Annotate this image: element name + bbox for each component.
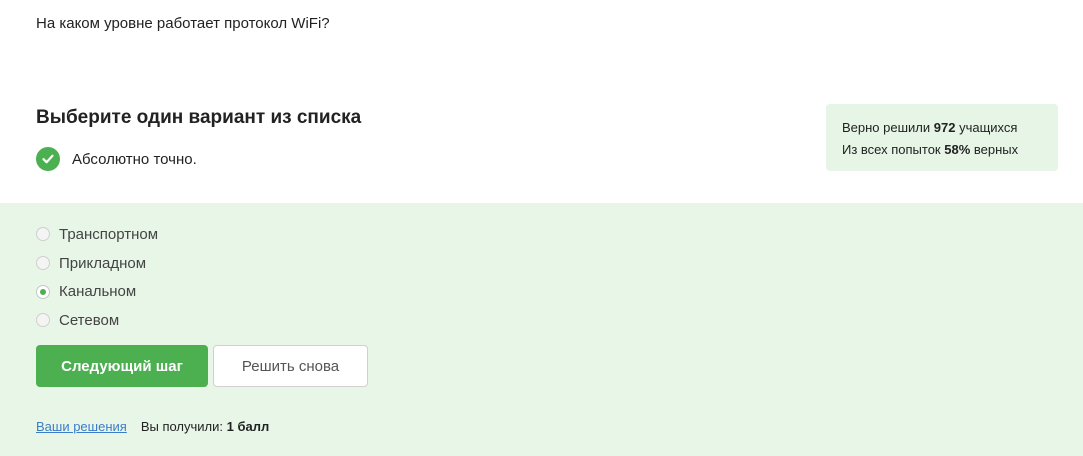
option-label: Сетевом — [59, 311, 120, 329]
option-item[interactable]: Прикладном — [36, 249, 158, 278]
option-label: Канальном — [59, 283, 137, 301]
stats-solved-line: Верно решили 972 учащихся — [842, 120, 1018, 135]
your-solutions-link[interactable]: Ваши решения — [36, 419, 127, 434]
solved-count: 972 — [933, 120, 956, 135]
option-label: Прикладном — [59, 254, 147, 272]
option-item[interactable]: Транспортном — [36, 220, 158, 249]
retry-button[interactable]: Решить снова — [213, 345, 368, 387]
next-step-button[interactable]: Следующий шаг — [36, 345, 208, 387]
answer-area: Транспортном Прикладном Канальном Сетево… — [0, 203, 1083, 456]
feedback-text: Абсолютно точно. — [72, 150, 197, 168]
radio-button-selected[interactable] — [36, 284, 50, 299]
stats-panel: Верно решили 972 учащихся Из всех попыто… — [826, 104, 1058, 171]
stats-percent-line: Из всех попыток 58% верных — [842, 142, 1019, 157]
score-value: 1 балл — [226, 419, 270, 434]
correct-percent: 58% — [944, 142, 971, 157]
score-text: Вы получили: 1 балл — [140, 419, 270, 434]
radio-button[interactable] — [36, 313, 50, 328]
instruction-heading: Выберите один вариант из списка — [36, 107, 362, 128]
radio-button[interactable] — [36, 256, 50, 271]
option-item[interactable]: Канальном — [36, 277, 158, 306]
option-label: Транспортном — [59, 225, 159, 243]
question-text: На каком уровне работает протокол WiFi? — [36, 15, 330, 32]
options-list: Транспортном Прикладном Канальном Сетево… — [36, 220, 158, 335]
footer-bar: Ваши решения Вы получили: 1 балл — [36, 419, 269, 434]
option-item[interactable]: Сетевом — [36, 306, 158, 335]
radio-button[interactable] — [36, 227, 50, 242]
feedback-message: Абсолютно точно. — [36, 147, 197, 171]
check-circle-icon — [36, 147, 60, 171]
